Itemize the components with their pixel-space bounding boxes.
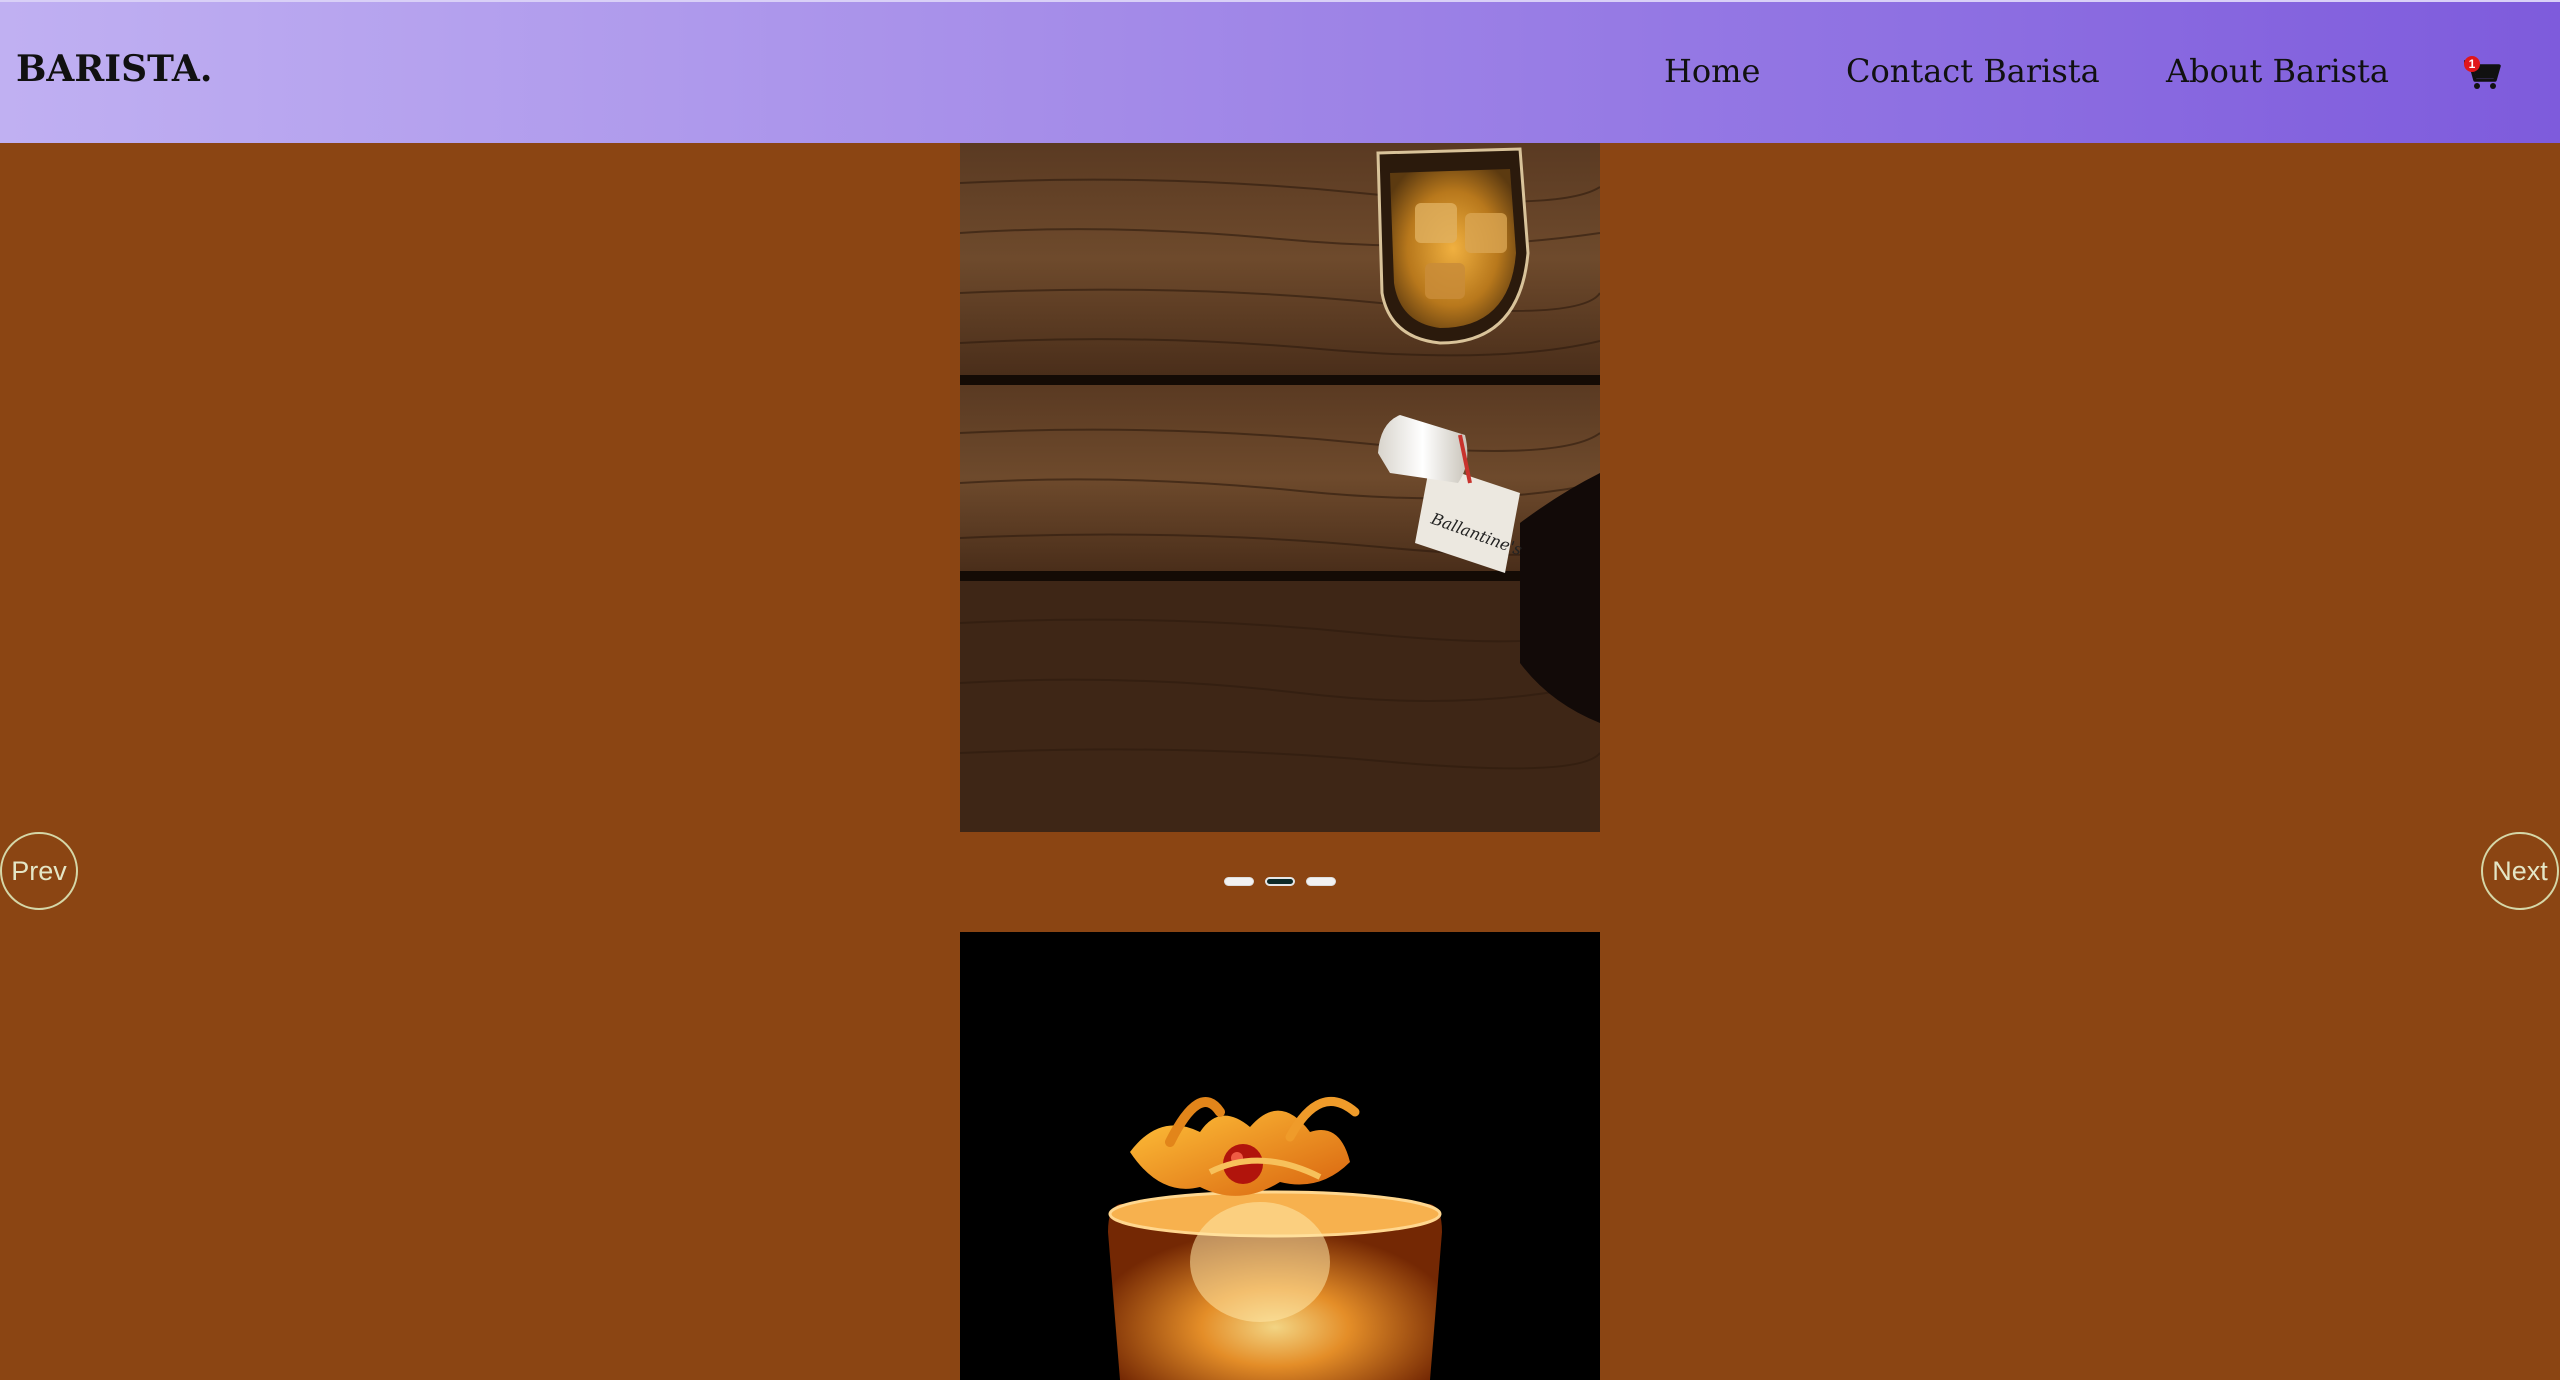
cocktail-image <box>960 932 1600 1380</box>
top-navbar: BARISTA. Home Contact Barista About Bari… <box>0 0 2560 143</box>
slider-dot-1[interactable] <box>1224 877 1254 886</box>
nav-contact-barista-link[interactable]: Contact Barista <box>1846 52 2100 90</box>
slide-image-cocktail <box>960 932 1600 1380</box>
nav-home-link[interactable]: Home <box>1664 52 1760 90</box>
slide-image-whiskey: Ballantine's <box>960 143 1600 832</box>
slider-dots <box>1224 877 1336 889</box>
next-slide-button[interactable]: Next <box>2481 832 2559 910</box>
nav-about-barista-link[interactable]: About Barista <box>2166 52 2389 90</box>
whiskey-on-wood-image: Ballantine's <box>960 143 1600 832</box>
slider-dot-3[interactable] <box>1306 877 1336 886</box>
prev-slide-button[interactable]: Prev <box>0 832 78 910</box>
brand-logo-text[interactable]: BARISTA. <box>16 48 212 90</box>
cart-count-badge: 1 <box>2464 56 2480 72</box>
cart-button[interactable]: 1 <box>2458 54 2502 92</box>
slider-dot-2-active[interactable] <box>1265 877 1295 886</box>
